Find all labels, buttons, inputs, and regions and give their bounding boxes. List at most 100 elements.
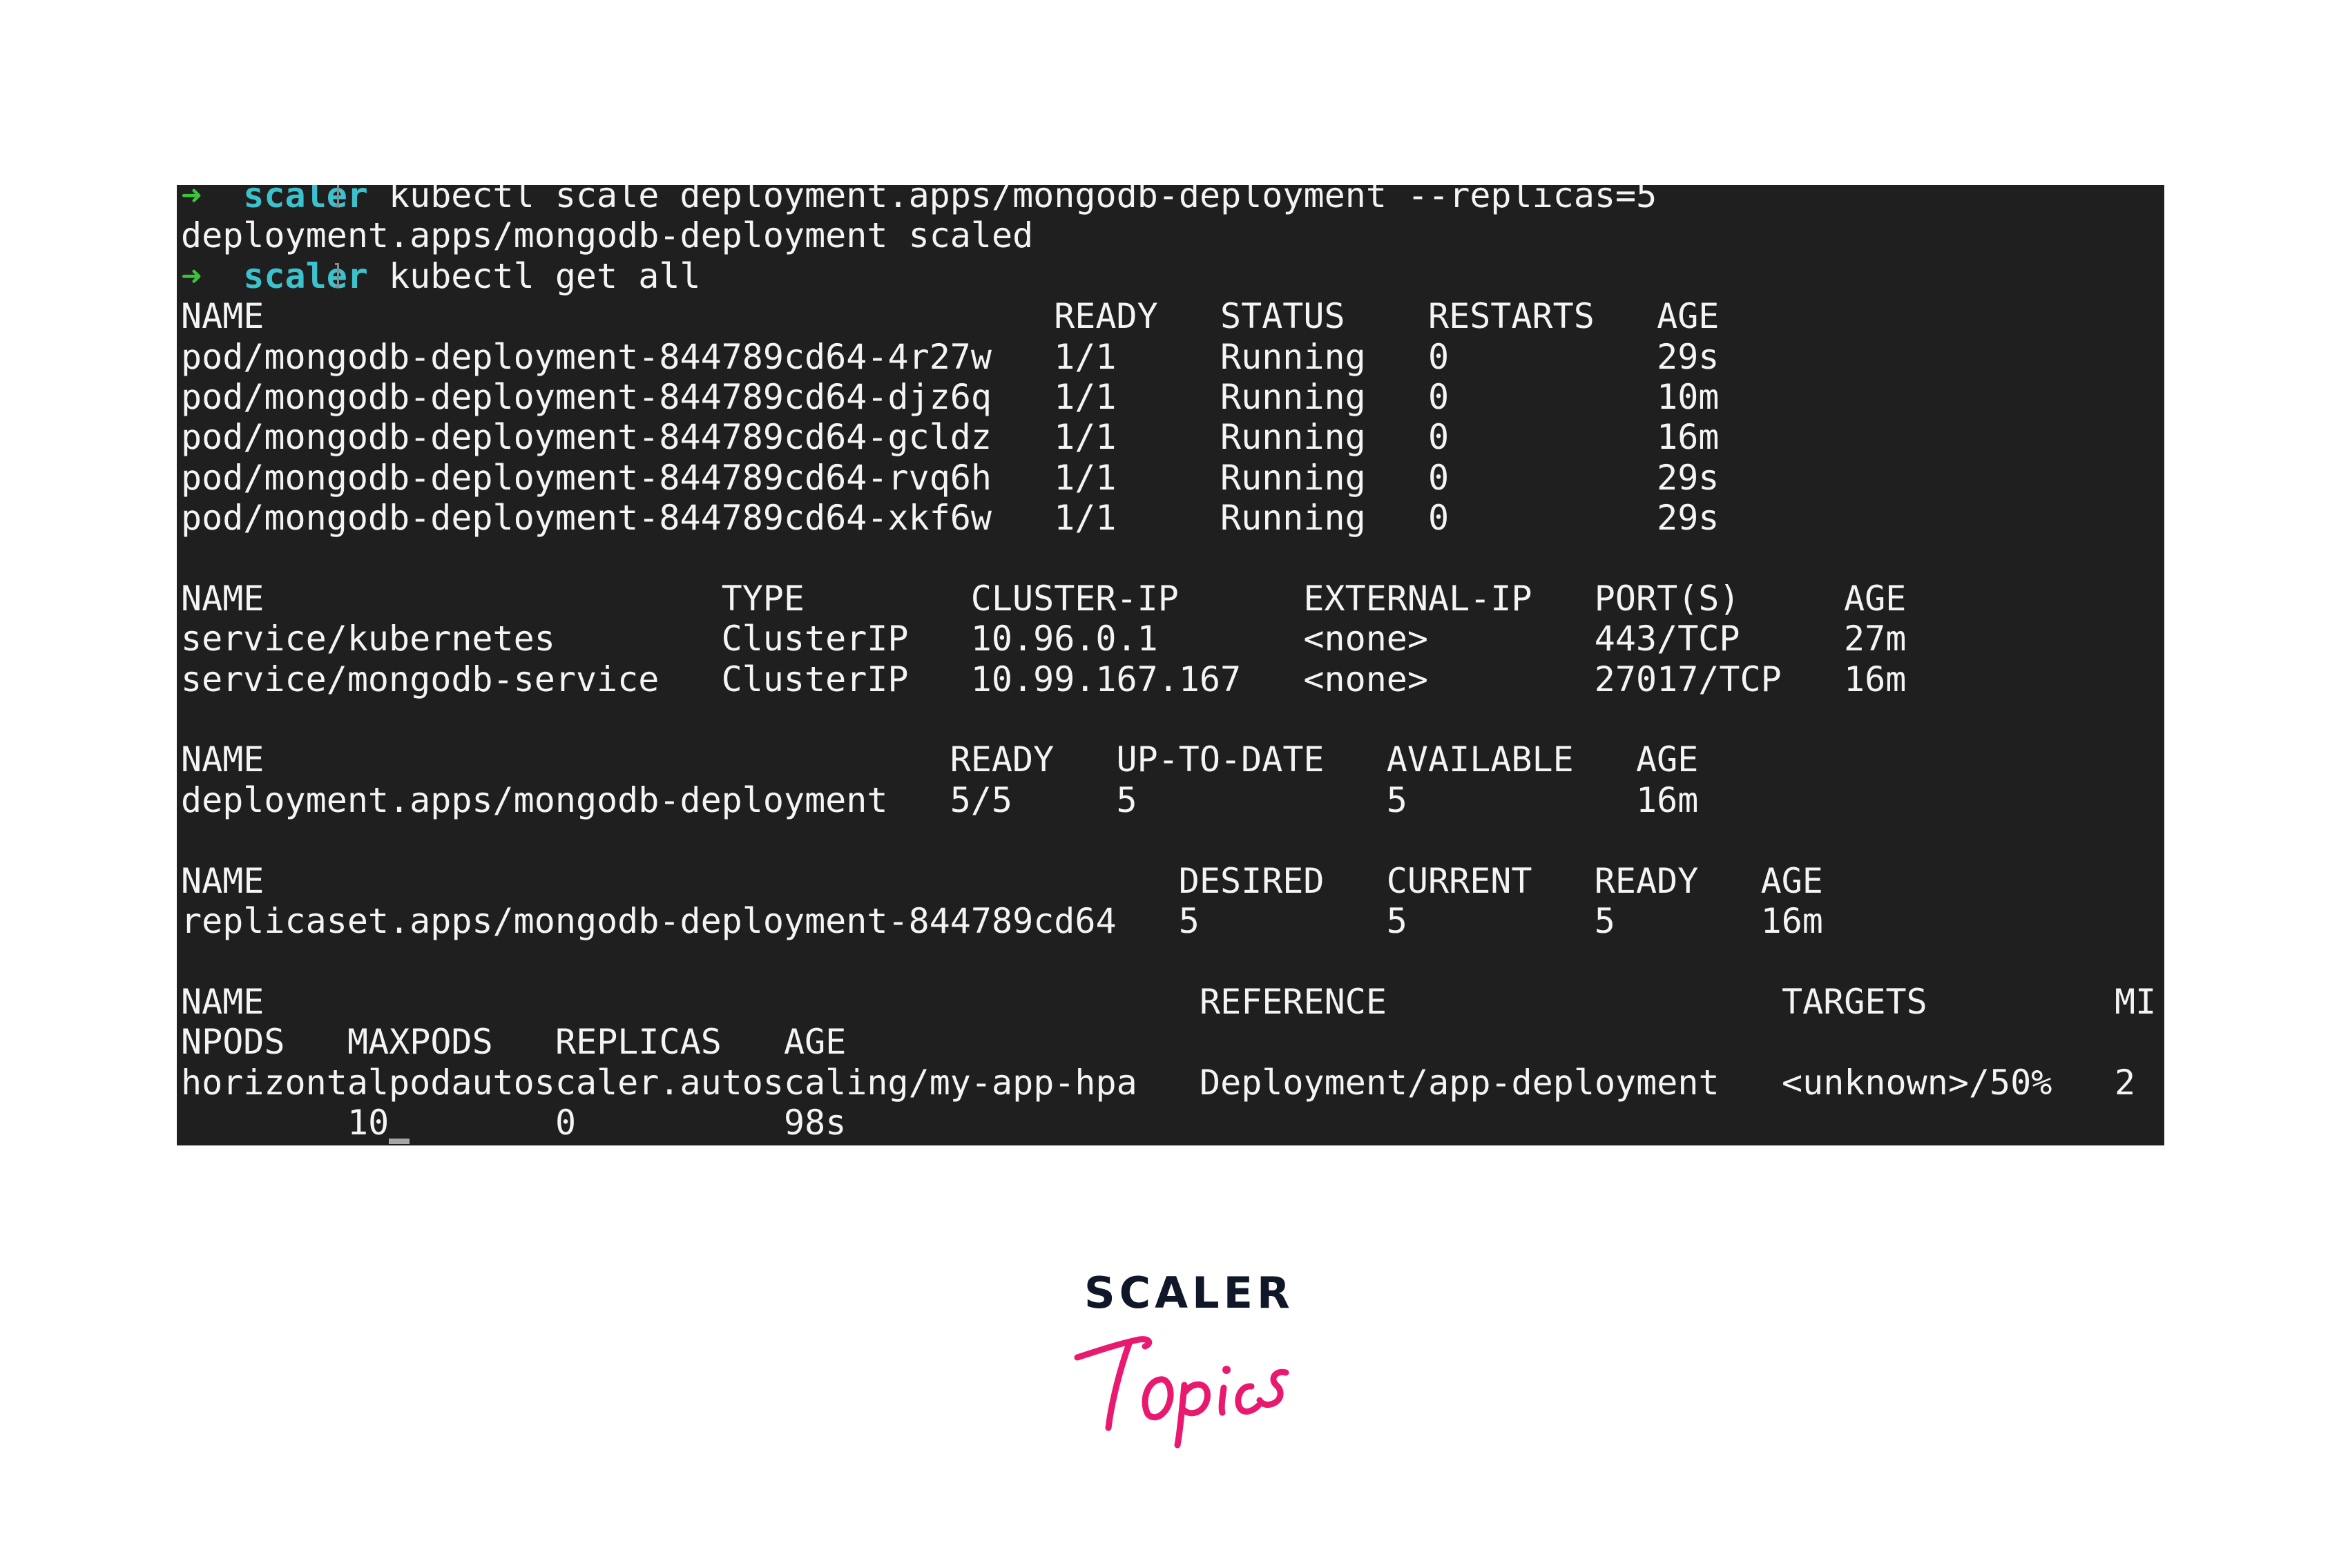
deployments-table: NAME READY UP-TO-DATE AVAILABLE AGE deploymen… <box>181 739 1698 820</box>
table-cell: 5 <box>1178 901 1200 942</box>
table-cell: 10 <box>347 1102 389 1143</box>
table-cell: 2 <box>2115 1062 2136 1103</box>
logo-stroke <box>1142 1376 1174 1421</box>
prompt-arrow-icon: ➜ <box>181 255 202 296</box>
prompt-arrow-icon: ➜ <box>181 185 202 215</box>
prompt-line: ➜ scaler kubectl scale deployment.apps/m… <box>181 185 1657 215</box>
logo-stroke <box>1218 1384 1227 1416</box>
table-cell: 0 <box>1428 376 1450 417</box>
header-cell: CURRENT <box>1386 860 1532 901</box>
table-cell: 16m <box>1636 780 1699 820</box>
table-cell: deployment.apps/mongodb-deployment <box>181 780 888 820</box>
terminal-window[interactable]: ➜ scaler kubectl scale deployment.apps/m… <box>177 185 2164 1145</box>
table-cell: 1/1 <box>1054 498 1117 539</box>
table-cell: pod/mongodb-deployment-844789cd64-djz6q <box>181 376 992 417</box>
logo-stroke <box>1105 1340 1133 1431</box>
table-cell: 1/1 <box>1054 336 1117 377</box>
table-cell: 1/1 <box>1054 417 1117 458</box>
header-cell: NAME <box>181 578 264 619</box>
table-row: deployment.apps/mongodb-deployment 5/5 5 5 1… <box>181 780 1698 820</box>
prompt-directory: scaler <box>243 185 368 215</box>
header-cell: RESTARTS <box>1428 296 1595 337</box>
table-cell: 1/1 <box>1054 376 1117 417</box>
table-row: pod/mongodb-deployment-844789cd64-rvq6h 1… <box>181 458 1719 498</box>
table-cell: 5 <box>1386 901 1407 942</box>
header-cell: AGE <box>784 1022 847 1063</box>
header-cell: NPODS <box>181 1022 285 1063</box>
header-cell: READY <box>1594 860 1699 901</box>
table-row: horizontalpodautoscaler.autoscaling/my-a… <box>181 1063 2135 1103</box>
prompt-directory: scaler <box>243 255 368 296</box>
table-cell: 0 <box>1428 498 1450 539</box>
table-cell: Running <box>1220 336 1366 377</box>
table-cell: 0 <box>1428 336 1450 377</box>
table-header: NAME READY UP-TO-DATE AVAILABLE AGE <box>181 739 1698 780</box>
table-cell: 1/1 <box>1054 457 1117 498</box>
table-cell: 10.99.167.167 <box>970 659 1242 699</box>
table-row: 10 0 98s <box>181 1103 846 1144</box>
line-marker-icon <box>334 262 339 288</box>
text-cursor[interactable] <box>389 1138 410 1144</box>
scaler-topics-logo: SCALER Topics <box>1064 1268 1298 1449</box>
header-cell: MAXPODS <box>347 1022 493 1063</box>
table-header: NAME TYPE CLUSTER-IP EXTERNAL-IP PORT(S) AGE <box>181 578 1906 619</box>
table-cell: 5 <box>1594 901 1615 942</box>
command-text: kubectl get all <box>389 255 701 296</box>
table-cell: pod/mongodb-deployment-844789cd64-xkf6w <box>181 498 992 539</box>
table-cell: 5/5 <box>950 780 1012 820</box>
table-cell: 29s <box>1657 498 1720 539</box>
table-cell: ClusterIP <box>721 659 909 699</box>
replicasets-table: NAME DESIRED CURRENT READY AGE replicaset.app… <box>181 860 1823 942</box>
table-cell: <none> <box>1303 619 1429 659</box>
table-cell: 0 <box>1428 457 1450 498</box>
command-text: kubectl scale deployment.apps/mongodb-de… <box>389 185 1657 215</box>
table-row: pod/mongodb-deployment-844789cd64-djz6q 1… <box>181 377 1719 417</box>
hpa-table: NAME REFERENCE TARGETS MI NPODS MAXPODS … <box>181 982 2156 1144</box>
logo-stroke <box>1180 1381 1211 1417</box>
table-cell: 10m <box>1657 376 1720 417</box>
header-cell: AGE <box>1636 739 1699 780</box>
table-cell: <unknown>/50% <box>1782 1062 2052 1103</box>
logo-stroke <box>1256 1368 1289 1408</box>
table-cell: Running <box>1220 417 1366 458</box>
header-cell: MI <box>2115 981 2157 1022</box>
table-cell: service/kubernetes <box>181 619 555 659</box>
header-cell: PORT(S) <box>1594 578 1740 619</box>
table-cell: 29s <box>1657 336 1720 377</box>
header-cell: DESIRED <box>1178 860 1325 901</box>
table-cell: Running <box>1220 498 1366 539</box>
table-cell: 98s <box>784 1102 847 1143</box>
table-cell: 0 <box>1428 417 1450 458</box>
logo-stroke <box>1222 1366 1231 1374</box>
header-cell: READY <box>1054 296 1158 337</box>
table-cell: Deployment/app-deployment <box>1200 1062 1720 1103</box>
header-cell: TARGETS <box>1782 981 1927 1022</box>
table-header: NAME READY STATUS RESTARTS AGE <box>181 296 1719 336</box>
table-cell: 5 <box>1386 780 1407 820</box>
logo-stroke <box>1235 1383 1262 1415</box>
terminal-output: ➜ scaler kubectl scale deployment.apps/m… <box>181 185 2156 1144</box>
header-cell: EXTERNAL-IP <box>1303 578 1532 619</box>
header-cell: AGE <box>1844 578 1907 619</box>
table-cell: 16m <box>1760 901 1823 942</box>
table-row: replicaset.apps/mongodb-deployment-84478… <box>181 901 1823 941</box>
header-cell: NAME <box>181 860 264 901</box>
table-cell: replicaset.apps/mongodb-deployment-84478… <box>181 901 1117 942</box>
table-cell: 29s <box>1657 457 1720 498</box>
header-cell: UP-TO-DATE <box>1116 739 1325 780</box>
table-header: NAME DESIRED CURRENT READY AGE <box>181 860 1823 901</box>
header-cell: TYPE <box>721 578 805 619</box>
table-cell: 443/TCP <box>1594 619 1740 659</box>
table-cell: 16m <box>1657 417 1720 458</box>
table-cell: pod/mongodb-deployment-844789cd64-4r27w <box>181 336 992 377</box>
table-header: NPODS MAXPODS REPLICAS AGE <box>181 1022 846 1063</box>
table-header: NAME REFERENCE TARGETS MI <box>181 982 2156 1022</box>
logo-stroke <box>1074 1336 1153 1361</box>
header-cell: AGE <box>1760 860 1823 901</box>
header-cell: AGE <box>1657 296 1720 337</box>
table-cell: <none> <box>1303 659 1429 699</box>
scale-output: deployment.apps/mongodb-deployment scale… <box>181 215 1034 256</box>
